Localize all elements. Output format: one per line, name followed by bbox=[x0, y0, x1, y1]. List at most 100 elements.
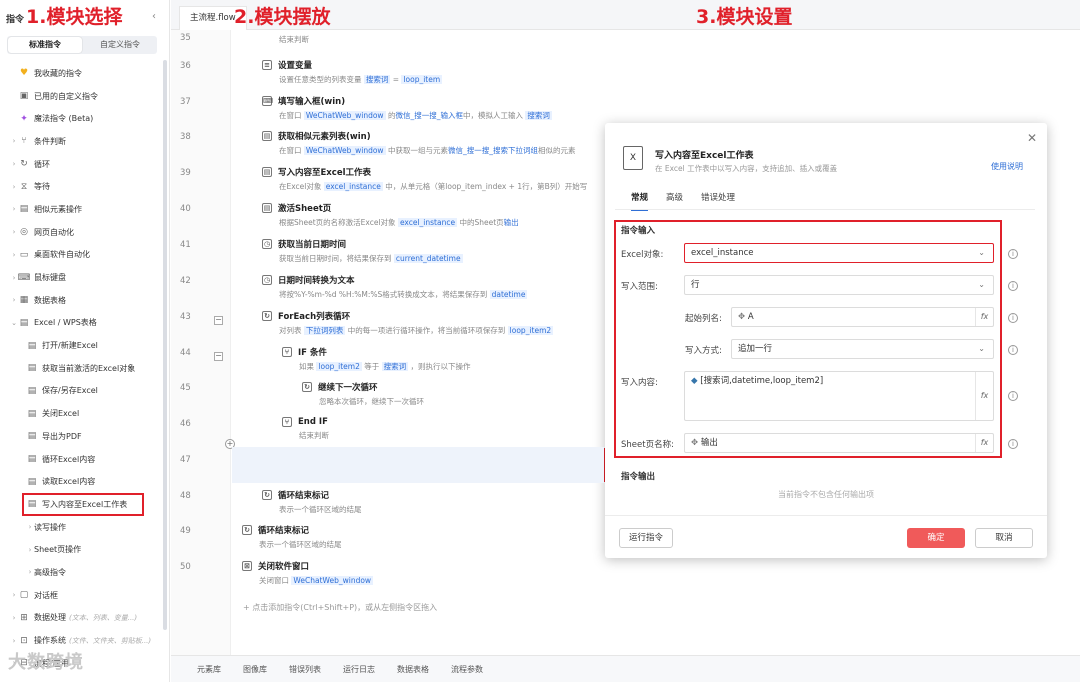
flow-step[interactable]: ▤ 写入内容至Excel工作表 在Excel对象 excel_instance 中，… bbox=[262, 166, 587, 192]
sidebar-item[interactable]: ▤ 读取Excel内容 bbox=[0, 470, 162, 493]
flow-step[interactable]: ▤ 激活Sheet页 根据Sheet页的名称激活Excel对象 excel_inst… bbox=[262, 202, 519, 228]
flow-step[interactable]: ◷ 获取当前日期时间 获取当前日期时间，将结果保存到 current_datetim… bbox=[262, 238, 463, 264]
sidebar-item[interactable]: › ⌨ 鼠标键盘 bbox=[0, 266, 162, 289]
chevron-right-icon[interactable]: › bbox=[10, 591, 18, 599]
tab-standard-commands[interactable]: 标准指令 bbox=[8, 37, 82, 53]
sidebar-item[interactable]: › ⊞ 数据处理 (文本、列表、变量...) bbox=[0, 607, 162, 630]
sidebar-item-label: 已用的自定义指令 bbox=[34, 91, 98, 101]
sidebar-item[interactable]: ▤ 写入内容至Excel工作表 bbox=[22, 493, 144, 516]
info-icon[interactable]: i bbox=[1008, 313, 1018, 323]
sidebar-item[interactable]: › ◎ 网页自动化 bbox=[0, 221, 162, 244]
info-icon[interactable]: i bbox=[1008, 281, 1018, 291]
sidebar-item[interactable]: › 读写操作 bbox=[0, 516, 162, 539]
chevron-right-icon[interactable]: › bbox=[26, 568, 34, 576]
flow-step[interactable]: ≡ 设置变量 设置任意类型的列表变量 搜索词 = loop_item bbox=[262, 59, 443, 85]
flow-step[interactable]: ⑂ IF 条件 如果 loop_item2 等于 搜索词 ，则执行以下操作 bbox=[282, 346, 471, 372]
tab-image-library[interactable]: 图像库 bbox=[243, 664, 267, 675]
fold-toggle-if[interactable]: − bbox=[214, 352, 223, 361]
chevron-right-icon[interactable]: › bbox=[26, 523, 34, 531]
chevron-right-icon[interactable]: › bbox=[10, 183, 18, 191]
sidebar-item[interactable]: › ▦ 数据表格 bbox=[0, 289, 162, 312]
collapse-icon[interactable]: ‹ bbox=[152, 11, 156, 22]
flow-step[interactable]: ↻ 继续下一次循环 忽略本次循环，继续下一次循环 bbox=[302, 381, 424, 407]
sidebar-item[interactable]: › Sheet页操作 bbox=[0, 538, 162, 561]
sidebar-item[interactable]: › ⑂ 条件判断 bbox=[0, 130, 162, 153]
step-title: 激活Sheet页 bbox=[278, 204, 332, 214]
sidebar-item[interactable]: ▤ 保存/另存Excel bbox=[0, 380, 162, 403]
tab-element-library[interactable]: 元素库 bbox=[197, 664, 221, 675]
fx-icon[interactable]: fx bbox=[975, 372, 993, 420]
chevron-right-icon[interactable]: › bbox=[10, 251, 18, 259]
tab-general[interactable]: 常规 bbox=[631, 191, 649, 211]
sidebar-item-label: 高级指令 bbox=[34, 567, 66, 577]
tab-run-log[interactable]: 运行日志 bbox=[343, 664, 375, 675]
sidebar-item[interactable]: › 高级指令 bbox=[0, 561, 162, 584]
sidebar-item[interactable]: › ▢ 对话框 bbox=[0, 584, 162, 607]
write-mode-select[interactable]: 追加一行 ⌄ bbox=[731, 339, 994, 359]
fold-toggle-foreach[interactable]: − bbox=[214, 316, 223, 325]
chevron-right-icon[interactable]: › bbox=[10, 160, 18, 168]
step-description-part: 中，模拟人工输入 bbox=[462, 111, 526, 120]
sidebar-item[interactable]: ▣ 已用的自定义指令 bbox=[0, 85, 162, 108]
fx-icon[interactable]: fx bbox=[975, 308, 993, 326]
info-icon[interactable]: i bbox=[1008, 249, 1018, 259]
start-column-input[interactable]: ✥ A fx bbox=[731, 307, 994, 327]
sidebar-item[interactable]: ▤ 关闭Excel bbox=[0, 402, 162, 425]
tab-error-handling[interactable]: 错误处理 bbox=[701, 191, 735, 211]
sidebar-item[interactable]: ▤ 循环Excel内容 bbox=[0, 448, 162, 471]
add-command-hint[interactable]: + 点击添加指令(Ctrl+Shift+P)，或从左侧指令区拖入 bbox=[243, 602, 437, 613]
excel-object-select[interactable]: excel_instance ⌄ bbox=[684, 243, 994, 263]
flow-step[interactable]: 结束判断 bbox=[262, 31, 309, 45]
chevron-right-icon[interactable]: › bbox=[26, 546, 34, 554]
info-icon[interactable]: i bbox=[1008, 439, 1018, 449]
flow-step[interactable]: ⊠ 关闭软件窗口 关闭窗口 WeChatWeb_window bbox=[242, 560, 374, 586]
sidebar-scrollbar[interactable] bbox=[163, 60, 167, 630]
sheet-name-input[interactable]: ✥ 输出 fx bbox=[684, 433, 994, 453]
flow-step[interactable]: ▤ 获取相似元素列表(win) 在窗口 WeChatWeb_window 中获取一组… bbox=[262, 130, 575, 156]
close-icon[interactable]: ✕ bbox=[1027, 131, 1037, 145]
loop-icon: ↻ bbox=[20, 159, 28, 170]
tab-advanced[interactable]: 高级 bbox=[666, 191, 683, 211]
write-range-select[interactable]: 行 ⌄ bbox=[684, 275, 994, 295]
flow-step[interactable]: ↻ 循环结束标记 表示一个循环区域的结尾 bbox=[262, 489, 362, 515]
sidebar-item[interactable]: ♥ 我收藏的指令 bbox=[0, 62, 162, 85]
sidebar-item-label: 读取Excel内容 bbox=[42, 477, 96, 487]
info-icon[interactable]: i bbox=[1008, 345, 1018, 355]
flow-step[interactable]: ◷ 日期时间转换为文本 将按%Y-%m-%d %H:%M:%S格式转换成文本，将结果… bbox=[262, 274, 528, 300]
sidebar-item[interactable]: › ▭ 桌面软件自动化 bbox=[0, 244, 162, 267]
chevron-right-icon[interactable]: › bbox=[10, 228, 18, 236]
sidebar-item[interactable]: › ↻ 循环 bbox=[0, 153, 162, 176]
fx-icon[interactable]: fx bbox=[975, 434, 993, 452]
tab-error-list[interactable]: 错误列表 bbox=[289, 664, 321, 675]
cancel-button[interactable]: 取消 bbox=[975, 528, 1033, 548]
chevron-down-icon: ⌄ bbox=[978, 344, 985, 353]
sidebar-item[interactable]: ▤ 导出为PDF bbox=[0, 425, 162, 448]
sidebar-item[interactable]: ▤ 打开/新建Excel bbox=[0, 334, 162, 357]
chevron-right-icon[interactable]: › bbox=[10, 137, 18, 145]
sidebar-item[interactable]: › ⧖ 等待 bbox=[0, 175, 162, 198]
step-description-part: loop_item bbox=[401, 75, 443, 84]
chevron-right-icon[interactable]: › bbox=[10, 614, 18, 622]
tab-custom-commands[interactable]: 自定义指令 bbox=[83, 36, 157, 54]
tab-flow-params[interactable]: 流程参数 bbox=[451, 664, 483, 675]
flow-step[interactable]: ↻ 循环结束标记 表示一个循环区域的结尾 bbox=[242, 524, 342, 550]
sidebar-item[interactable]: ▤ 获取当前激活的Excel对象 bbox=[0, 357, 162, 380]
run-command-button[interactable]: 运行指令 bbox=[619, 528, 673, 548]
chevron-down-icon[interactable]: ⌄ bbox=[10, 319, 18, 327]
sidebar-item[interactable]: › ▤ 相似元素操作 bbox=[0, 198, 162, 221]
flow-step[interactable]: ⌨ 填写输入框(win) 在窗口 WeChatWeb_window 的微信_搜一搜_… bbox=[262, 95, 552, 121]
help-link[interactable]: 使用说明 bbox=[991, 161, 1023, 172]
chevron-right-icon[interactable]: › bbox=[10, 296, 18, 304]
chevron-right-icon[interactable]: › bbox=[10, 637, 18, 645]
sidebar-item-label: 鼠标键盘 bbox=[34, 273, 66, 283]
chevron-right-icon[interactable]: › bbox=[10, 205, 18, 213]
line-number: 45 bbox=[180, 383, 191, 393]
info-icon[interactable]: i bbox=[1008, 391, 1018, 401]
flow-step[interactable]: ↻ ForEach列表循环 对列表 下拉词列表 中的每一项进行循环操作，将当前循环项… bbox=[262, 310, 554, 336]
write-content-input[interactable]: ◆ [搜索词,datetime,loop_item2] fx bbox=[684, 371, 994, 421]
flow-step[interactable]: ⑂ End IF 结束判断 bbox=[282, 417, 329, 441]
sidebar-item[interactable]: ⌄ ▤ Excel / WPS表格 bbox=[0, 312, 162, 335]
confirm-button[interactable]: 确定 bbox=[907, 528, 965, 548]
tab-data-table[interactable]: 数据表格 bbox=[397, 664, 429, 675]
sidebar-item[interactable]: ✦ 魔法指令 (Beta) bbox=[0, 107, 162, 130]
